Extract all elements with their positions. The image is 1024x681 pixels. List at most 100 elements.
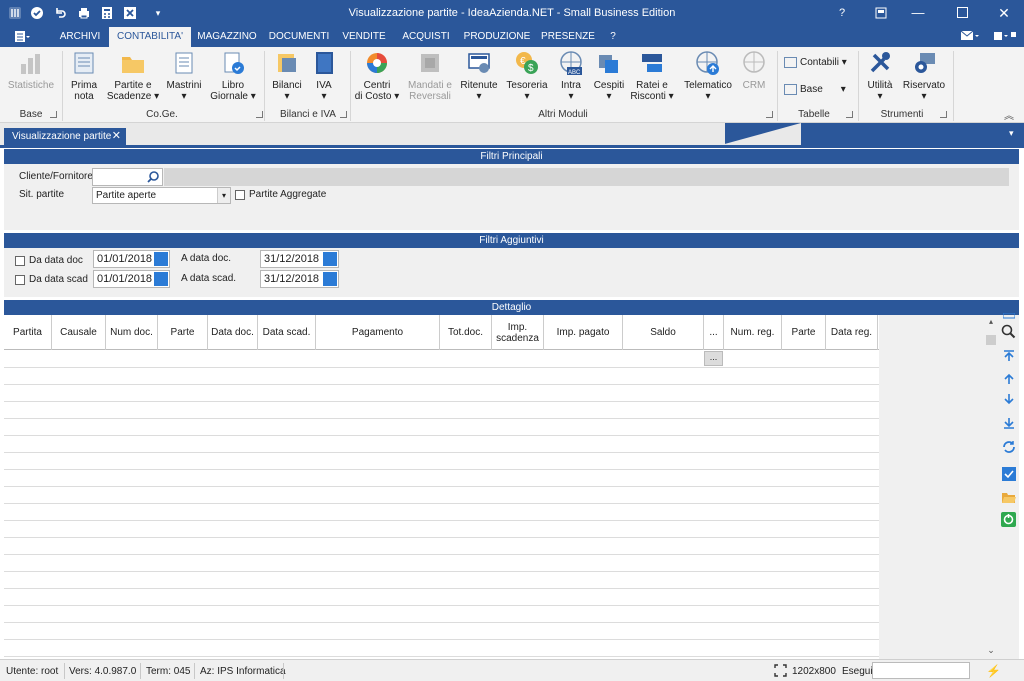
customize-quick-access-icon[interactable]: ▾	[150, 5, 166, 21]
statistiche-button[interactable]: Statistiche	[4, 50, 58, 91]
column-header-data-scad[interactable]: Data scad.	[258, 315, 316, 350]
maximize-button[interactable]	[947, 4, 977, 22]
open-folder-icon[interactable]	[1000, 489, 1017, 506]
column-header-more[interactable]: ...	[704, 315, 724, 350]
app-menu-icon[interactable]	[14, 29, 30, 45]
calendar-icon[interactable]	[323, 272, 337, 286]
base-group-launcher[interactable]	[50, 111, 57, 118]
column-header-parte-reg[interactable]: Parte	[782, 315, 826, 350]
a-data-scad-input[interactable]: 31/12/2018	[260, 270, 339, 288]
bilanci-button[interactable]: Bilanci ▾	[268, 50, 306, 102]
riservato-button[interactable]: Riservato ▾	[900, 50, 948, 102]
last-record-icon[interactable]	[1000, 414, 1017, 431]
tab-help[interactable]: ?	[605, 27, 621, 47]
tab-documenti[interactable]: DOCUMENTI	[268, 27, 330, 47]
prima-nota-button[interactable]: Prima nota	[64, 50, 104, 102]
tab-magazzino[interactable]: MAGAZZINO	[195, 27, 259, 47]
tab-archivi[interactable]: ARCHIVI	[56, 27, 104, 47]
previous-record-icon[interactable]	[1000, 370, 1017, 387]
strumenti-group-launcher[interactable]	[940, 111, 947, 118]
tab-list-dropdown-icon[interactable]: ▾	[1009, 128, 1014, 139]
fullscreen-icon[interactable]	[774, 664, 787, 680]
close-button[interactable]: ✕	[989, 4, 1019, 22]
column-header-data-reg[interactable]: Data reg.	[826, 315, 878, 350]
calendar-icon[interactable]	[154, 252, 168, 266]
lightning-icon[interactable]: ⚡	[986, 664, 1001, 678]
iva-button[interactable]: IVA ▾	[308, 50, 340, 102]
da-data-scad-input[interactable]: 01/01/2018	[93, 270, 170, 288]
app-logo-icon[interactable]	[7, 5, 23, 21]
column-header-num-reg[interactable]: Num. reg.	[724, 315, 782, 350]
tabelle-group-launcher[interactable]	[846, 111, 853, 118]
da-data-doc-checkbox[interactable]	[15, 256, 25, 266]
calendar-icon[interactable]	[154, 272, 168, 286]
scroll-down-icon[interactable]: ⌄	[985, 645, 997, 655]
contabili-button[interactable]: Contabili ▾	[784, 57, 852, 68]
sit-partite-select[interactable]: Partite aperte ▾	[92, 187, 231, 204]
print-icon[interactable]	[76, 5, 92, 21]
calendar-icon[interactable]	[323, 252, 337, 266]
utilita-button[interactable]: Utilità ▾	[862, 50, 898, 102]
base-tables-button[interactable]: Base ▾	[784, 84, 852, 95]
da-data-doc-input[interactable]: 01/01/2018	[93, 250, 170, 268]
collapse-ribbon-icon[interactable]: ︽	[1004, 107, 1014, 122]
da-data-scad-checkbox[interactable]	[15, 275, 25, 285]
next-record-icon[interactable]	[1000, 390, 1017, 407]
zoom-icon[interactable]	[1000, 323, 1017, 340]
column-header-imp-pagato[interactable]: Imp. pagato	[544, 315, 623, 350]
centri-costo-button[interactable]: Centri di Costo ▾	[354, 50, 400, 102]
select-check-icon[interactable]	[1000, 465, 1017, 482]
help-button[interactable]: ?	[827, 4, 857, 22]
ratei-risconti-button[interactable]: Ratei e Risconti ▾	[630, 50, 674, 102]
check-circle-icon[interactable]	[29, 5, 45, 21]
close-tab-icon[interactable]: ✕	[112, 128, 121, 145]
tab-acquisti[interactable]: ACQUISTI	[397, 27, 455, 47]
scroll-thumb[interactable]	[986, 335, 996, 345]
document-tab[interactable]: Visualizzazione partite ✕	[4, 128, 126, 145]
excel-icon[interactable]	[122, 5, 138, 21]
tesoreria-button[interactable]: € $ Tesoreria ▾	[504, 50, 550, 102]
calculator-icon[interactable]	[99, 5, 115, 21]
column-header-pagamento[interactable]: Pagamento	[316, 315, 440, 350]
refresh-icon[interactable]	[1000, 438, 1017, 455]
search-icon[interactable]	[146, 170, 160, 184]
altri-moduli-group-launcher[interactable]	[766, 111, 773, 118]
partite-aggregate-checkbox[interactable]	[235, 190, 245, 200]
user-settings-icon[interactable]	[992, 29, 1018, 45]
coge-group-launcher[interactable]	[256, 111, 263, 118]
bilanci-iva-group-launcher[interactable]	[340, 111, 347, 118]
column-header-partita[interactable]: Partita	[4, 315, 52, 350]
ritenute-button[interactable]: Ritenute ▾	[458, 50, 500, 102]
partite-scadenze-button[interactable]: Partite e Scadenze ▾	[106, 50, 160, 102]
intra-button[interactable]: ABC Intra ▾	[554, 50, 588, 102]
mail-icon[interactable]	[960, 29, 980, 45]
column-header-num-doc[interactable]: Num doc.	[106, 315, 158, 350]
cespiti-button[interactable]: Cespiti ▾	[592, 50, 626, 102]
first-record-icon[interactable]	[1000, 347, 1017, 364]
undo-icon[interactable]	[52, 5, 68, 21]
export-green-icon[interactable]	[1000, 511, 1017, 528]
filter-ellipsis-button[interactable]: ...	[704, 351, 723, 366]
column-header-causale[interactable]: Causale	[52, 315, 106, 350]
dettaglio-grid[interactable]: Partita Causale Num doc. Parte Data doc.…	[4, 315, 879, 659]
tab-vendite[interactable]: VENDITE	[340, 27, 388, 47]
column-header-saldo[interactable]: Saldo	[623, 315, 704, 350]
column-header-data-doc[interactable]: Data doc.	[208, 315, 258, 350]
restore-ribbon-icon[interactable]	[866, 4, 896, 22]
tab-contabilita[interactable]: CONTABILITA'	[109, 27, 191, 47]
mandati-reversali-button[interactable]: Mandati e Reversali	[406, 50, 454, 102]
scroll-up-icon[interactable]: ▴	[985, 317, 997, 326]
column-header-tot-doc[interactable]: Tot.doc.	[440, 315, 492, 350]
column-header-parte[interactable]: Parte	[158, 315, 208, 350]
mastrini-button[interactable]: Mastrini ▾	[164, 50, 204, 102]
minimize-button[interactable]: —	[903, 4, 933, 22]
chevron-down-icon[interactable]: ▾	[217, 188, 230, 203]
column-header-imp-scadenza[interactable]: Imp. scadenza	[492, 315, 544, 350]
telematico-button[interactable]: Telematico ▾	[682, 50, 734, 102]
esegui-input[interactable]	[872, 662, 970, 679]
libro-giornale-button[interactable]: Libro Giornale ▾	[208, 50, 258, 102]
vertical-scrollbar[interactable]: ▴ ⌄	[984, 315, 998, 659]
a-data-doc-input[interactable]: 31/12/2018	[260, 250, 339, 268]
crm-button[interactable]: CRM	[738, 50, 770, 91]
tab-produzione[interactable]: PRODUZIONE	[463, 27, 531, 47]
